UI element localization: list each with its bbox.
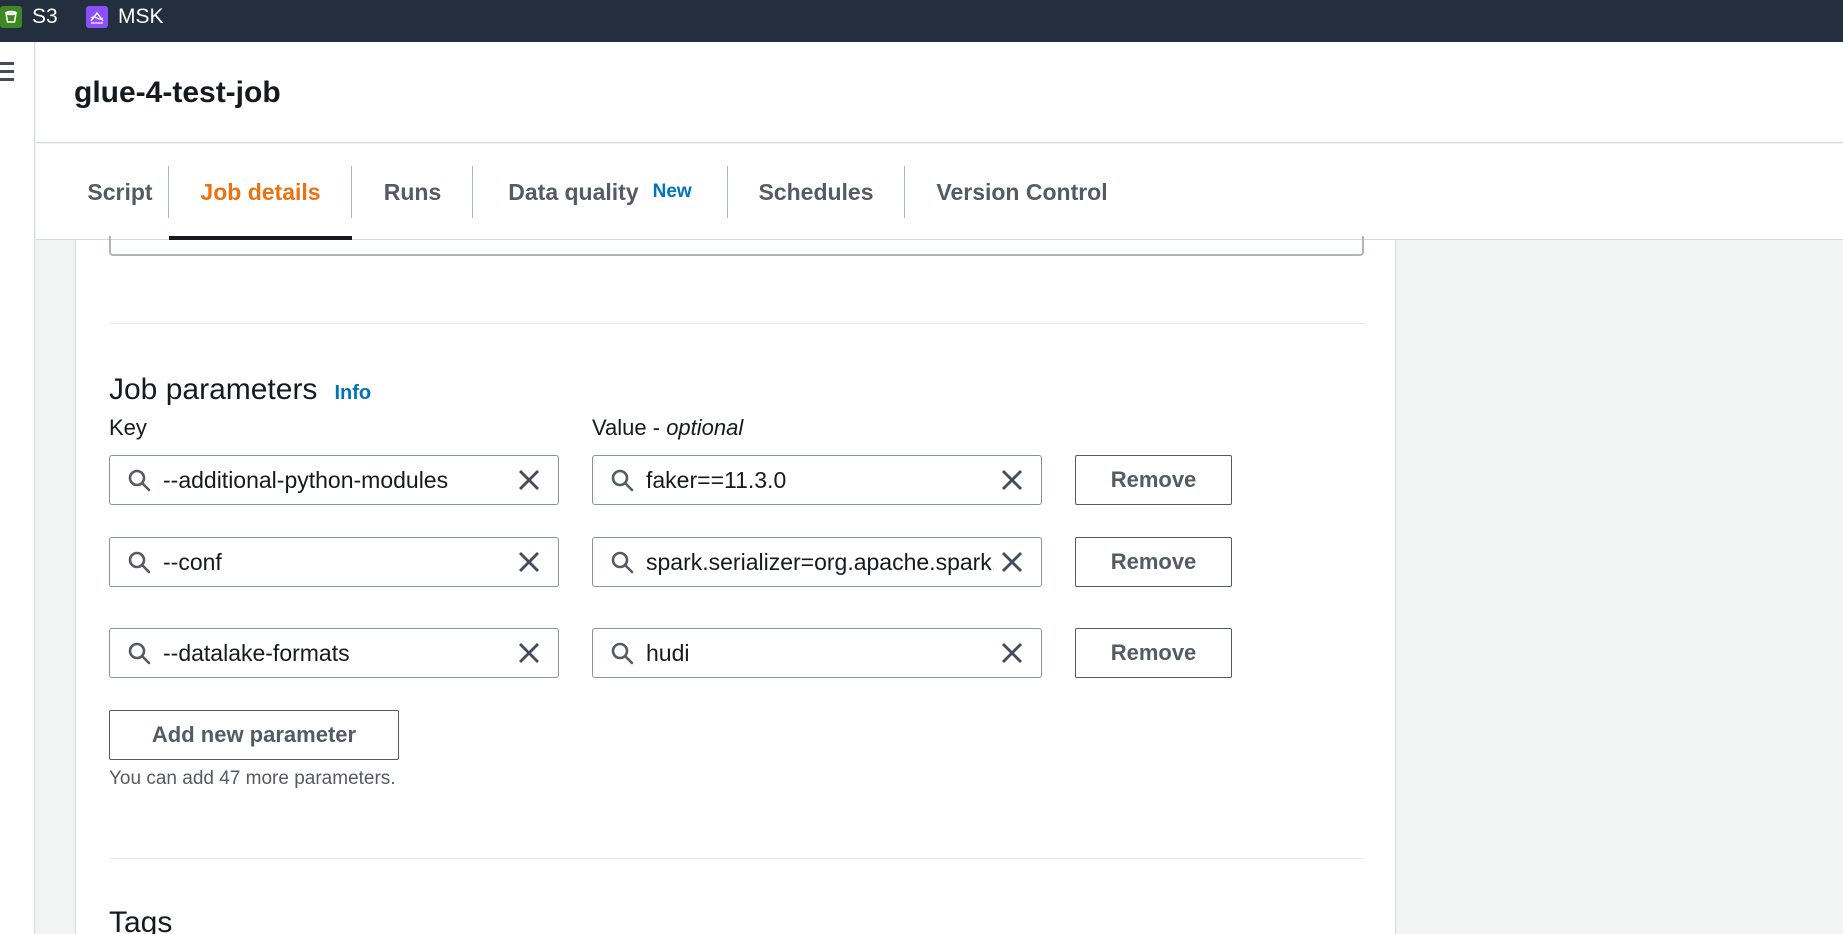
service-label: MSK [118,5,164,28]
page-title: glue-4-test-job [74,76,281,109]
search-icon [611,551,634,574]
search-icon [611,469,634,492]
msk-stream-icon [86,6,108,28]
add-new-parameter-button[interactable]: Add new parameter [109,710,399,760]
parameter-value-input[interactable]: hudi [592,628,1042,678]
info-link[interactable]: Info [334,382,371,405]
service-shortcut-s3[interactable]: S3 [0,0,58,34]
parameter-key-input[interactable]: --conf [109,537,559,587]
remove-parameter-button[interactable]: Remove [1075,455,1232,505]
remove-parameter-button[interactable]: Remove [1075,537,1232,587]
tab-schedules[interactable]: Schedules [728,144,904,240]
job-parameters-heading: Job parameters Info [109,373,372,406]
service-shortcut-msk[interactable]: MSK [86,0,164,34]
section-divider [109,323,1364,324]
tab-data-quality[interactable]: Data quality New [473,144,727,240]
tab-job-details[interactable]: Job details [169,144,352,240]
top-service-bar: S3 MSK [0,0,1843,42]
search-icon [128,642,151,665]
key-column-label: Key [109,415,147,440]
clear-icon[interactable] [517,641,541,665]
clear-icon[interactable] [1000,468,1024,492]
s3-bucket-icon [0,6,22,28]
search-icon [128,551,151,574]
parameter-key-input[interactable]: --additional-python-modules [109,455,559,505]
clear-icon[interactable] [517,550,541,574]
parameter-key-input[interactable]: --datalake-formats [109,628,559,678]
clear-icon[interactable] [1000,641,1024,665]
section-divider [109,858,1364,859]
clear-icon[interactable] [517,468,541,492]
menu-icon[interactable] [0,62,14,86]
service-label: S3 [32,5,58,28]
remove-parameter-button[interactable]: Remove [1075,628,1232,678]
new-badge: New [652,181,692,202]
parameters-remaining-hint: You can add 47 more parameters. [109,768,396,789]
search-icon [611,642,634,665]
page-header: glue-4-test-job [36,42,1843,143]
search-icon [128,469,151,492]
job-tabs: Script Job details Runs Data quality New … [36,144,1843,240]
tab-runs[interactable]: Runs [352,144,473,240]
job-details-panel: Job parameters Info Key Value - optional… [75,236,1396,934]
tab-script[interactable]: Script [70,144,170,240]
tab-version-control[interactable]: Version Control [905,144,1139,240]
clear-icon[interactable] [1000,550,1024,574]
previous-field-bottom [109,236,1364,256]
tags-heading: Tags [109,906,173,934]
parameter-value-input[interactable]: faker==11.3.0 [592,455,1042,505]
value-column-label: Value - optional [592,415,744,440]
side-navigation-strip [0,42,35,934]
parameter-value-input[interactable]: spark.serializer=org.apache.spark.serial… [592,537,1042,587]
